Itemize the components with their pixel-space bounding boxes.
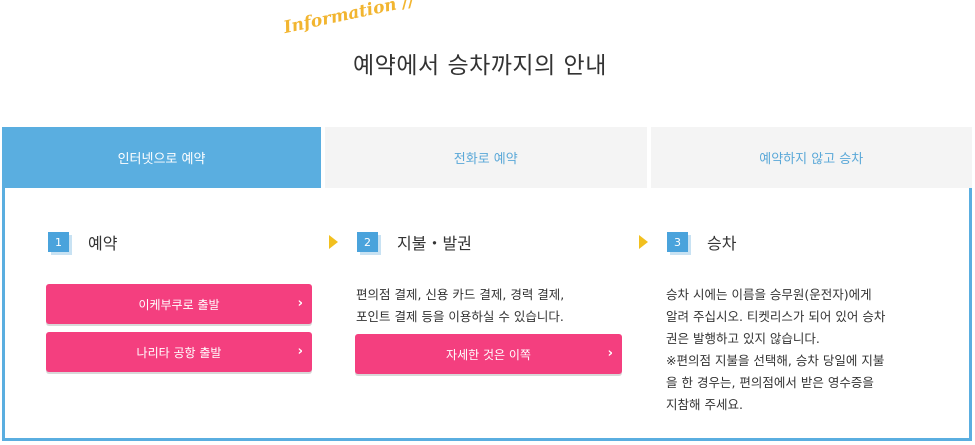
- step-arrow-icon: [639, 235, 648, 249]
- description-line: 포인트 결제 등을 이용하실 수 있습니다.: [356, 309, 564, 324]
- description-line: 권은 발행하고 있지 않습니다.: [666, 331, 820, 346]
- description-line: 승차 시에는 이름을 승무원(운전자)에게: [666, 287, 872, 302]
- step-title: 지불・발권: [397, 234, 472, 253]
- step-number-badge: 3: [667, 232, 688, 252]
- ikebukuro-departure-button[interactable]: 이케부쿠로 출발 ›: [46, 284, 312, 324]
- step-arrow-icon: [329, 235, 338, 249]
- boarding-description: 승차 시에는 이름을 승무원(운전자)에게 알려 주십시오. 티켓리스가 되어 …: [666, 284, 956, 416]
- chevron-right-icon: ›: [607, 346, 613, 361]
- page-title: 예약에서 승차까지의 안내: [353, 53, 607, 79]
- step-1-header: 1 예약: [48, 230, 117, 254]
- information-decoration: Information //: [281, 0, 417, 38]
- button-label: 자세한 것은 이쪽: [446, 347, 531, 362]
- step-number-badge: 2: [357, 232, 378, 252]
- tab-panel: 1 예약 이케부쿠로 출발 › 나리타 공항 출발 › 2 지불・발권 편의점 …: [2, 188, 972, 441]
- tab-no-reservation[interactable]: 예약하지 않고 승차: [650, 127, 972, 188]
- button-label: 나리타 공항 출발: [136, 345, 222, 360]
- step-3-header: 3 승차: [667, 230, 736, 254]
- description-line: 편의점 결제, 신용 카드 결제, 경력 결제,: [356, 287, 565, 302]
- payment-description: 편의점 결제, 신용 카드 결제, 경력 결제, 포인트 결제 등을 이용하실 …: [356, 284, 626, 328]
- step-title: 승차: [707, 234, 737, 253]
- description-line: ※편의점 지불을 선택해, 승차 당일에 지불: [666, 353, 885, 368]
- button-label: 이케부쿠로 출발: [138, 297, 220, 312]
- chevron-right-icon: ›: [297, 344, 303, 359]
- description-line: 지참해 주세요.: [666, 397, 743, 412]
- step-number-badge: 1: [48, 232, 69, 252]
- description-line: 을 한 경우는, 편의점에서 받은 영수증을: [666, 375, 874, 390]
- details-button[interactable]: 자세한 것은 이쪽 ›: [355, 334, 622, 374]
- description-line: 알려 주십시오. 티켓리스가 되어 있어 승차: [666, 309, 886, 324]
- tab-bar: 인터넷으로 예약 전화로 예약 예약하지 않고 승차: [2, 127, 972, 188]
- narita-departure-button[interactable]: 나리타 공항 출발 ›: [46, 332, 312, 372]
- tab-phone-reservation[interactable]: 전화로 예약: [325, 127, 647, 188]
- step-title: 예약: [88, 234, 118, 253]
- chevron-right-icon: ›: [297, 296, 303, 311]
- section-heading: Information // 예약에서 승차까지의 안내: [0, 0, 975, 110]
- step-2-header: 2 지불・발권: [357, 230, 472, 254]
- tab-internet-reservation[interactable]: 인터넷으로 예약: [2, 127, 321, 188]
